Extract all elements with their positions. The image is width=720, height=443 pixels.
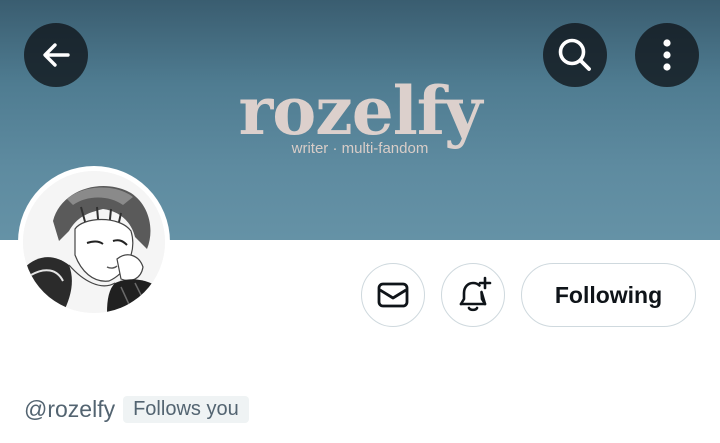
bell-plus-icon xyxy=(459,276,492,312)
notify-button[interactable] xyxy=(441,263,505,327)
avatar[interactable] xyxy=(18,166,170,318)
search-icon xyxy=(558,38,591,71)
banner-subtitle: writer · multi-fandom xyxy=(291,140,429,157)
more-vertical-icon xyxy=(663,39,671,71)
following-label: Following xyxy=(554,281,663,308)
search-button[interactable] xyxy=(543,23,607,87)
mail-icon xyxy=(377,282,409,308)
banner-title: rozelfy xyxy=(238,72,482,150)
follows-you-badge: Follows you xyxy=(123,396,249,423)
back-button[interactable] xyxy=(24,23,88,87)
avatar-image xyxy=(23,171,165,313)
more-options-button[interactable] xyxy=(635,23,699,87)
profile-handle: @rozelfy xyxy=(24,396,116,422)
following-button[interactable]: Following xyxy=(521,263,696,327)
arrow-left-icon xyxy=(43,43,70,67)
profile-handle-row: @rozelfy Follows you xyxy=(24,396,249,423)
message-button[interactable] xyxy=(361,263,425,327)
